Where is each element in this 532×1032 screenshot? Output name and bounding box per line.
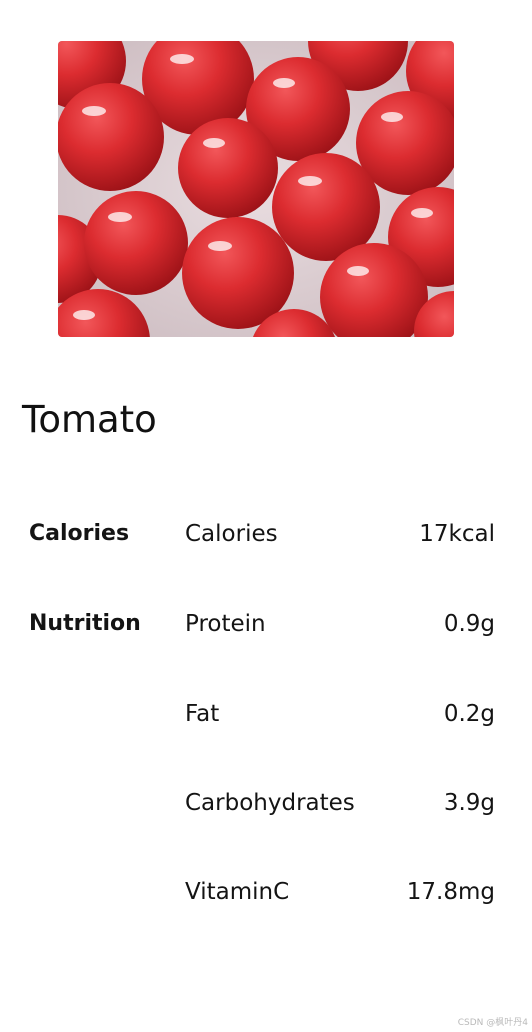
nutrient-name: VitaminC [185, 879, 290, 905]
nutrition-row: Fat 0.2g [0, 694, 532, 734]
nutrient-name: Fat [185, 701, 220, 727]
nutrient-name: Calories [185, 521, 278, 547]
tomato-photo-icon [58, 41, 454, 337]
nutrition-row: Calories Calories 17kcal [0, 514, 532, 554]
food-detail-page: Tomato Calories Calories 17kcal Nutritio… [0, 0, 532, 1032]
nutrition-row: Nutrition Protein 0.9g [0, 604, 532, 644]
nutrient-name: Protein [185, 611, 266, 637]
food-title: Tomato [22, 398, 157, 441]
food-image [58, 41, 454, 337]
nutrient-value: 0.2g [443, 701, 495, 727]
nutrition-row: Carbohydrates 3.9g [0, 783, 532, 823]
nutrient-value: 3.9g [443, 790, 495, 816]
nutrient-value: 0.9g [443, 611, 495, 637]
watermark: CSDN @枫叶丹4 [457, 1018, 528, 1028]
nutrition-row: VitaminC 17.8mg [0, 872, 532, 912]
category-label: Nutrition [29, 611, 141, 636]
nutrient-name: Carbohydrates [185, 790, 355, 816]
nutrient-value: 17.8mg [406, 879, 495, 905]
nutrient-value: 17kcal [419, 521, 495, 547]
category-label: Calories [29, 521, 130, 546]
